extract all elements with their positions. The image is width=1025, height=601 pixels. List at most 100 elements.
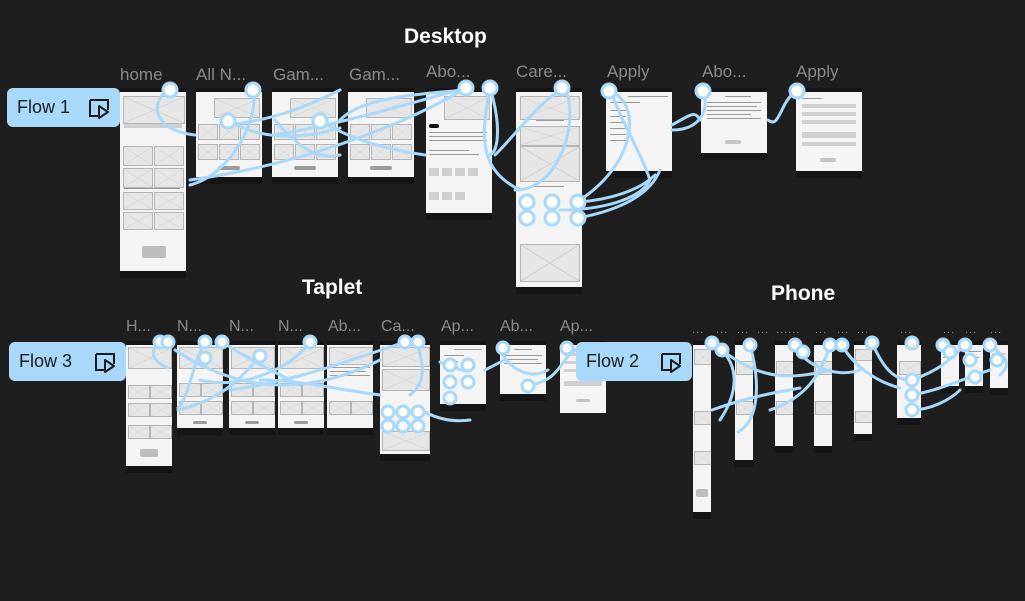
text-line <box>707 114 751 115</box>
phone-frame-4[interactable] <box>814 341 832 453</box>
desktop-frame-home[interactable] <box>120 88 186 278</box>
flow-3-button[interactable]: Flow 3 <box>9 342 126 381</box>
text-line <box>124 188 180 189</box>
card-image <box>240 124 260 140</box>
hotspot[interactable] <box>795 344 811 360</box>
play-prototype-icon[interactable] <box>94 351 116 373</box>
play-prototype-icon[interactable] <box>88 97 110 119</box>
phone-label-12[interactable]: ... <box>990 324 1002 336</box>
connector <box>576 173 657 204</box>
tablet-frame-home[interactable] <box>126 341 172 473</box>
tablet-frame-news-2[interactable] <box>229 341 275 435</box>
tablet-frame-apply[interactable] <box>440 341 486 411</box>
tablet-frame-about-2[interactable] <box>500 341 546 401</box>
frame-label-all-news[interactable]: All N... <box>196 65 246 85</box>
desktop-frame-careers[interactable] <box>516 88 582 294</box>
card-image <box>350 144 370 160</box>
desktop-frame-games-2[interactable] <box>348 88 414 184</box>
frame-label-games-2[interactable]: Gam... <box>349 65 400 85</box>
tablet-label-apply-2[interactable]: Ap... <box>560 318 593 336</box>
content-image <box>520 126 580 146</box>
desktop-frame-about[interactable] <box>426 88 492 220</box>
phone-frame-3[interactable] <box>775 341 793 453</box>
card-image <box>392 144 412 160</box>
frame-footer <box>775 446 793 453</box>
flow-1-button[interactable]: Flow 1 <box>7 88 120 127</box>
hero-image <box>694 349 711 365</box>
hero-image <box>290 98 336 118</box>
tablet-frame-news-3[interactable] <box>278 341 324 435</box>
card-image <box>316 124 336 140</box>
content-image <box>899 361 921 375</box>
phone-frame-1[interactable] <box>693 341 711 519</box>
frame-label-apply[interactable]: Apply <box>607 62 650 82</box>
tablet-label-news-3[interactable]: N... <box>278 318 303 336</box>
desktop-frame-about-2[interactable] <box>701 88 767 160</box>
frame-label-apply-2[interactable]: Apply <box>796 62 839 82</box>
frame-label-about[interactable]: Abo... <box>426 62 470 82</box>
tablet-label-news-2[interactable]: N... <box>229 318 254 336</box>
tablet-frame-careers[interactable] <box>380 341 430 461</box>
desktop-frame-apply[interactable] <box>606 88 672 178</box>
input-field <box>802 120 856 124</box>
frame-footer <box>177 428 223 435</box>
hotspot[interactable] <box>834 337 850 353</box>
phone-frame-9[interactable] <box>990 341 1008 395</box>
hotspot[interactable] <box>714 342 730 358</box>
phone-label-10[interactable]: ... <box>943 324 955 336</box>
frame-footer <box>796 171 862 178</box>
card-image <box>274 124 294 140</box>
phone-label-5[interactable]: ...... <box>776 324 800 336</box>
tablet-frame-about[interactable] <box>327 341 373 435</box>
tablet-label-about[interactable]: Ab... <box>328 318 361 336</box>
input-field <box>992 353 1006 355</box>
frame-footer <box>854 434 872 441</box>
tablet-label-careers[interactable]: Ca... <box>381 318 415 336</box>
phone-label-7[interactable]: ... <box>837 324 849 336</box>
desktop-frame-games-1[interactable] <box>272 88 338 184</box>
tablet-label-home[interactable]: H... <box>126 318 151 336</box>
card-image <box>150 403 172 417</box>
tablet-label-about-2[interactable]: Ab... <box>500 318 533 336</box>
card-image <box>776 361 793 375</box>
phone-frame-2[interactable] <box>735 341 753 467</box>
phone-label-2[interactable]: ... <box>716 324 728 336</box>
frame-label-about-2[interactable]: Abo... <box>702 62 746 82</box>
card-image <box>736 361 753 375</box>
card-image <box>150 385 172 399</box>
phone-label-3[interactable]: ... <box>737 324 749 336</box>
frame-header <box>735 341 753 345</box>
tablet-label-apply[interactable]: Ap... <box>441 318 474 336</box>
phone-frame-8[interactable] <box>965 341 983 393</box>
phone-frame-7[interactable] <box>941 341 959 393</box>
desktop-frame-all-news[interactable] <box>196 88 262 184</box>
frame-header <box>701 88 767 92</box>
card-image <box>295 144 315 160</box>
flow-2-button[interactable]: Flow 2 <box>576 342 692 381</box>
phone-label-9[interactable]: ... <box>900 324 912 336</box>
tablet-label-news-1[interactable]: N... <box>177 318 202 336</box>
text-line <box>610 128 626 129</box>
phone-label-8[interactable]: ... <box>857 324 869 336</box>
frame-label-games-1[interactable]: Gam... <box>273 65 324 85</box>
frame-label-home[interactable]: home <box>120 65 163 85</box>
phone-label-1[interactable]: ... <box>692 324 704 336</box>
hero-image <box>179 347 223 369</box>
phone-frame-6[interactable] <box>897 341 921 425</box>
tablet-frame-news-1[interactable] <box>177 341 223 435</box>
text-line <box>534 186 564 187</box>
phone-label-6[interactable]: ... <box>815 324 827 336</box>
load-more <box>218 166 240 170</box>
content-image <box>520 244 580 282</box>
text-line <box>504 363 542 364</box>
phone-frame-5[interactable] <box>854 341 872 441</box>
card-image <box>123 146 153 166</box>
desktop-frame-apply-2[interactable] <box>796 88 862 178</box>
frame-label-careers[interactable]: Care... <box>516 62 567 82</box>
phone-label-11[interactable]: ... <box>965 324 977 336</box>
phone-label-4[interactable]: ... <box>757 324 769 336</box>
play-prototype-icon[interactable] <box>660 351 682 373</box>
frame-footer <box>380 454 430 461</box>
input-field <box>802 142 856 146</box>
frame-header <box>278 341 324 345</box>
